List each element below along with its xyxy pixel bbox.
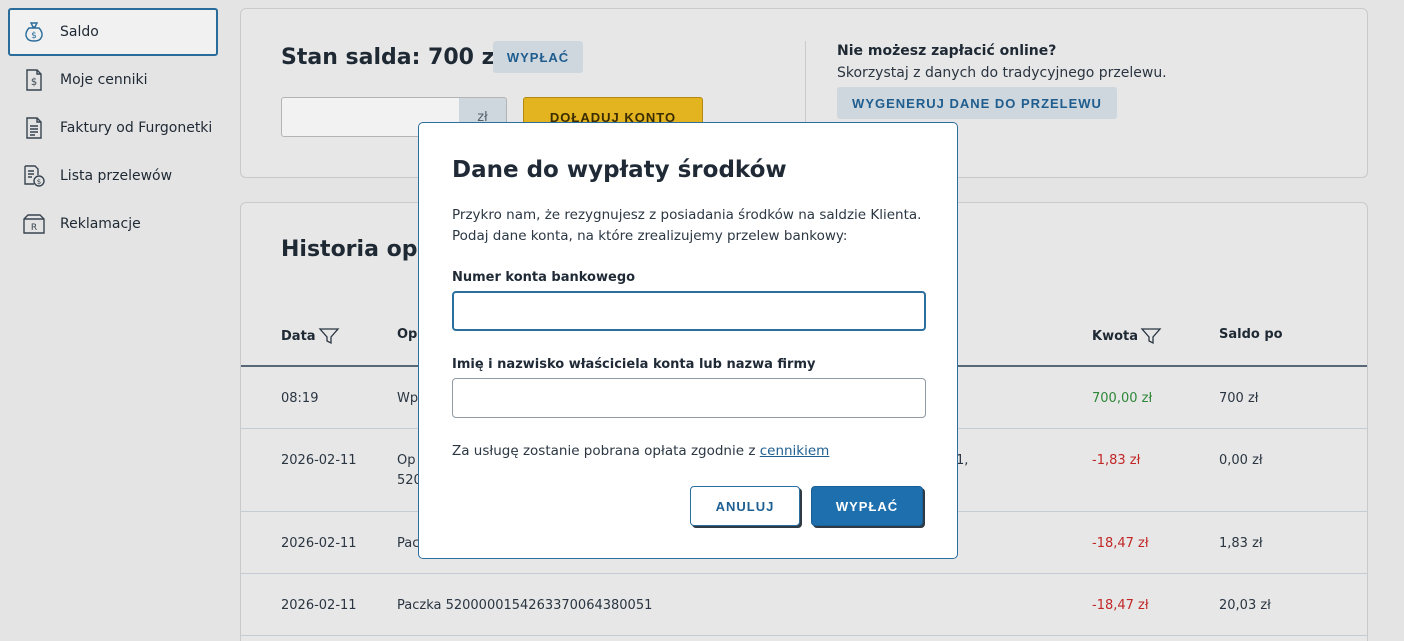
- dialog-description: Przykro nam, że rezygnujesz z posiadania…: [452, 207, 922, 244]
- owner-name-label: Imię i nazwisko właściciela konta lub na…: [452, 357, 816, 372]
- account-number-input[interactable]: [452, 291, 926, 331]
- fee-note: Za usługę zostanie pobrana opłata zgodni…: [452, 443, 830, 459]
- price-list-link[interactable]: cennikiem: [760, 443, 830, 459]
- confirm-withdraw-button[interactable]: WYPŁAĆ: [811, 486, 923, 526]
- account-number-label: Numer konta bankowego: [452, 270, 636, 285]
- dialog-title: Dane do wypłaty środków: [452, 157, 787, 183]
- cancel-button[interactable]: ANULUJ: [690, 486, 800, 526]
- owner-name-input[interactable]: [452, 378, 926, 418]
- withdraw-dialog: Dane do wypłaty środków Przykro nam, że …: [418, 122, 958, 559]
